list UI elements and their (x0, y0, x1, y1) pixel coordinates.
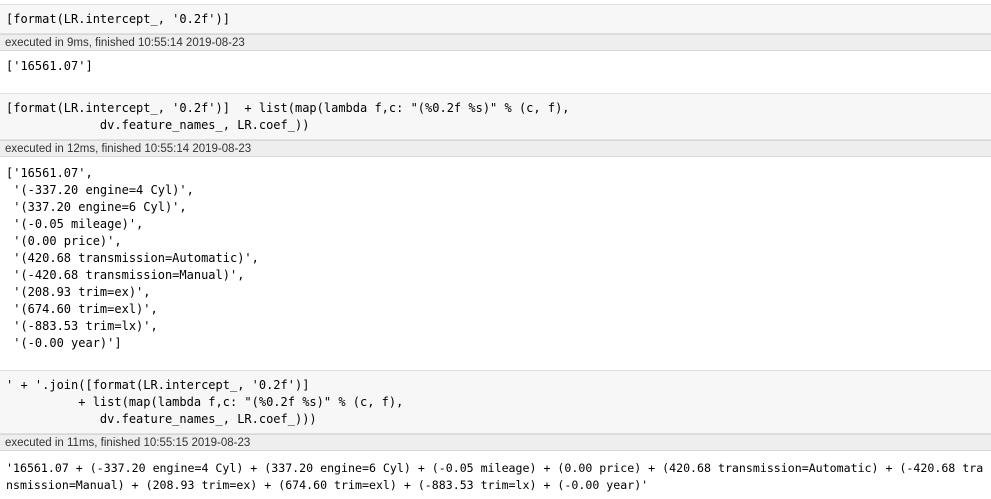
code-line: + list(map(lambda f,c: "(%0.2f %s)" % (c… (6, 395, 404, 409)
output-line: '(337.20 engine=6 Cyl)', (6, 200, 187, 214)
code-line: dv.feature_names_, LR.coef_)) (6, 118, 310, 132)
output-line: ['16561.07', (6, 166, 93, 180)
output-line: '(420.68 transmission=Automatic)', (6, 251, 259, 265)
code-cell-1-input[interactable]: [format(LR.intercept_, '0.2f')] (0, 4, 991, 34)
output-line: '(208.93 trim=ex)', (6, 285, 151, 299)
output-line: '(0.00 price)', (6, 234, 122, 248)
output-line: '(-0.00 year)'] (6, 336, 122, 350)
output-line: ['16561.07'] (6, 59, 93, 73)
code-cell-2-input[interactable]: [format(LR.intercept_, '0.2f')] + list(m… (0, 93, 991, 140)
output-line: '(-420.68 transmission=Manual)', (6, 268, 245, 282)
code-cell-1-output: ['16561.07'] (0, 51, 991, 81)
output-line: '(-337.20 engine=4 Cyl)', (6, 183, 194, 197)
code-line: ' + '.join([format(LR.intercept_, '0.2f'… (6, 378, 310, 392)
exec-status-2: executed in 12ms, finished 10:55:14 2019… (0, 140, 991, 157)
code-cell-3-input[interactable]: ' + '.join([format(LR.intercept_, '0.2f'… (0, 370, 991, 434)
output-line: '16561.07 + (-337.20 engine=4 Cyl) + (33… (6, 461, 984, 475)
code-line: [format(LR.intercept_, '0.2f')] (6, 11, 230, 28)
output-line: '(674.60 trim=exl)', (6, 302, 158, 316)
output-line: '(-883.53 trim=lx)', (6, 319, 158, 333)
output-line: '(-0.05 mileage)', (6, 217, 144, 231)
code-line-text: [format(LR.intercept_, '0.2f')] (6, 12, 230, 26)
code-cell-3-output: '16561.07 + (-337.20 engine=4 Cyl) + (33… (0, 451, 991, 499)
exec-status-3: executed in 11ms, finished 10:55:15 2019… (0, 434, 991, 451)
code-cell-2-output: ['16561.07', '(-337.20 engine=4 Cyl)', '… (0, 157, 991, 367)
exec-status-1: executed in 9ms, finished 10:55:14 2019-… (0, 34, 991, 51)
output-line: nsmission=Manual) + (208.93 trim=ex) + (… (6, 478, 649, 492)
code-line: dv.feature_names_, LR.coef_))) (6, 412, 317, 426)
code-line: [format(LR.intercept_, '0.2f')] + list(m… (6, 101, 570, 115)
